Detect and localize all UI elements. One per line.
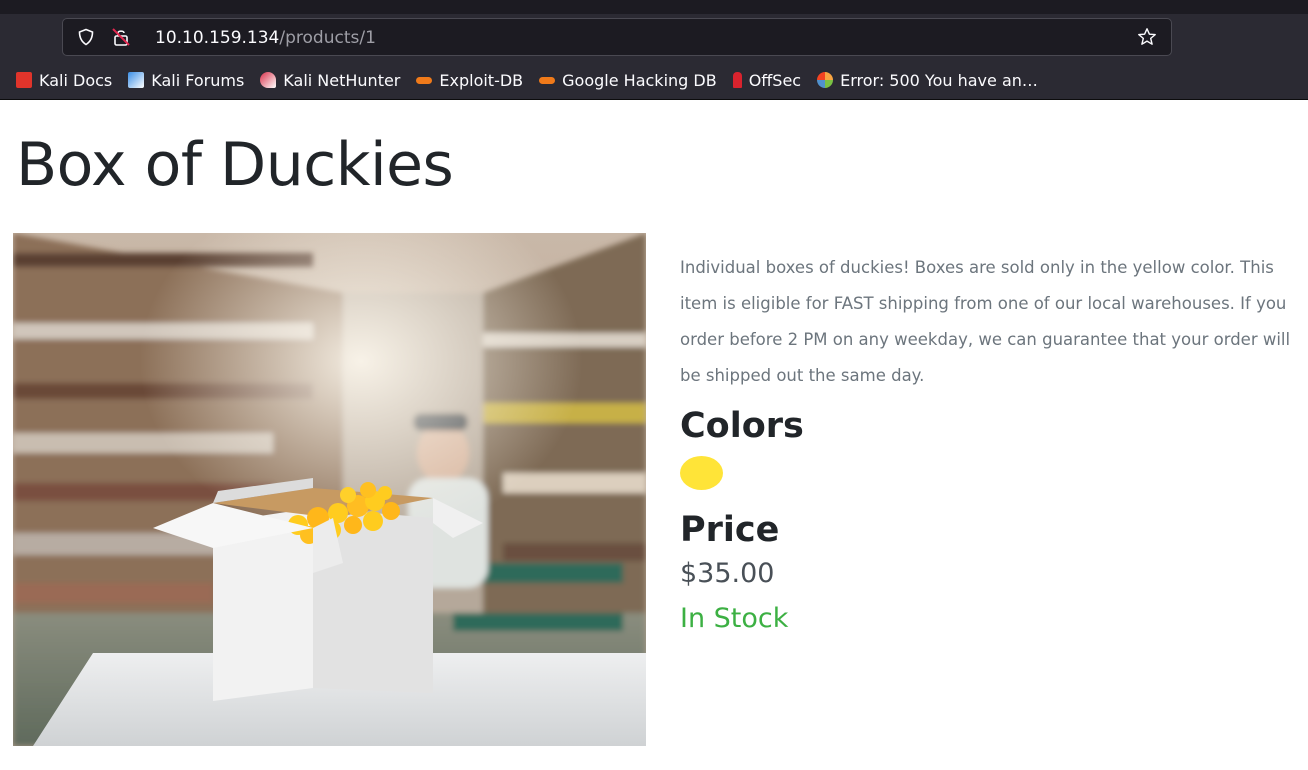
bookmark-exploit-db[interactable]: Exploit-DB <box>416 71 523 90</box>
color-swatch-yellow[interactable] <box>680 456 723 490</box>
price-heading: Price <box>680 510 780 550</box>
joomla-icon <box>817 72 834 88</box>
bookmark-kali-forums[interactable]: Kali Forums <box>128 71 244 90</box>
exploit-db-icon <box>416 76 433 84</box>
bookmarks-toolbar: Kali Docs Kali Forums Kali NetHunter Exp… <box>0 62 1308 98</box>
tracking-protection-shield-icon[interactable] <box>77 28 95 46</box>
kali-forums-icon <box>128 72 145 88</box>
bookmark-label: Kali Docs <box>39 70 113 90</box>
insecure-lock-icon[interactable] <box>111 27 131 47</box>
colors-heading: Colors <box>680 406 804 446</box>
address-bar[interactable]: 10.10.159.134/products/1 <box>62 18 1172 56</box>
bookmark-label: Kali NetHunter <box>283 70 401 90</box>
url-text[interactable]: 10.10.159.134/products/1 <box>155 27 376 49</box>
offsec-icon <box>732 72 742 88</box>
browser-chrome: 10.10.159.134/products/1 Kali Docs Kali … <box>0 0 1308 100</box>
bookmark-label: Error: 500 You have an… <box>840 70 1038 90</box>
product-info: Individual boxes of duckies! Boxes are s… <box>680 250 1300 634</box>
ghdb-icon <box>539 76 556 84</box>
url-path: /products/1 <box>279 28 376 48</box>
bookmark-label: OffSec <box>748 70 802 90</box>
bookmark-offsec[interactable]: OffSec <box>732 70 802 90</box>
bookmark-kali-docs[interactable]: Kali Docs <box>16 71 112 90</box>
bookmark-label: Kali Forums <box>151 70 245 90</box>
url-host: 10.10.159.134 <box>155 28 280 48</box>
bookmark-label: Google Hacking DB <box>562 70 717 90</box>
bookmark-google-hacking-db[interactable]: Google Hacking DB <box>539 71 717 90</box>
tab-strip <box>0 0 1308 14</box>
product-price: $35.00 <box>680 558 775 589</box>
kali-docs-icon <box>16 72 32 88</box>
stock-status: In Stock <box>680 603 789 634</box>
warehouse-duckies-photo <box>13 233 646 746</box>
page-title: Box of Duckies <box>16 130 454 200</box>
bookmark-kali-nethunter[interactable]: Kali NetHunter <box>260 71 400 90</box>
bookmark-label: Exploit-DB <box>439 70 524 90</box>
bookmark-error-500[interactable]: Error: 500 You have an… <box>817 71 1038 90</box>
kali-nethunter-icon <box>260 72 277 88</box>
chrome-divider <box>0 99 1308 100</box>
bookmark-star-icon[interactable] <box>1137 27 1157 47</box>
product-image <box>13 233 646 746</box>
product-description: Individual boxes of duckies! Boxes are s… <box>680 258 1291 385</box>
